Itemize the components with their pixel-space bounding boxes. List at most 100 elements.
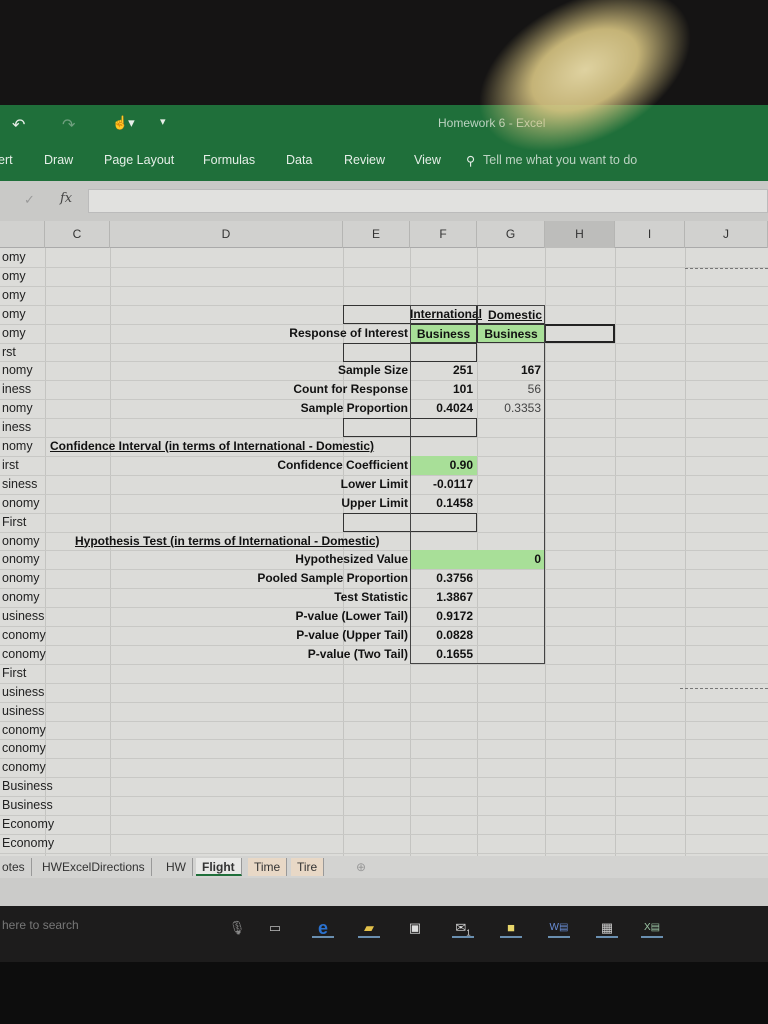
column-header-b[interactable]: [0, 221, 45, 248]
touch-mode-button[interactable]: ☝▾: [112, 115, 135, 131]
cell-b[interactable]: omy: [0, 286, 60, 305]
label-ht-row[interactable]: Hypothesized Value: [110, 550, 408, 569]
tab-formulas[interactable]: Formulas: [203, 153, 255, 167]
tab-page-layout[interactable]: Page Layout: [104, 153, 174, 167]
label-ht-row[interactable]: P-value (Upper Tail): [110, 626, 408, 645]
formula-input[interactable]: [88, 189, 768, 213]
insert-function-icon[interactable]: fx: [60, 191, 72, 206]
cell-b[interactable]: conomy: [0, 739, 60, 758]
cell-b[interactable]: nomy: [0, 361, 60, 380]
value-ci[interactable]: 0.1458: [410, 494, 477, 513]
cell-b[interactable]: First: [0, 513, 60, 532]
worksheet-grid[interactable]: omy omy omy omy omy rst nomy iness nomy iness nomy…: [0, 248, 768, 856]
column-header-g[interactable]: G: [477, 221, 545, 248]
column-header-h[interactable]: H: [545, 221, 615, 248]
label-response-of-interest[interactable]: Response of Interest: [110, 324, 408, 343]
value-ht[interactable]: 0.3756: [410, 569, 477, 588]
tab-review[interactable]: Review: [344, 153, 385, 167]
cell-b[interactable]: conomy: [0, 626, 60, 645]
cell-b[interactable]: omy: [0, 305, 60, 324]
microphone-icon[interactable]: 🎙: [226, 918, 248, 938]
column-header-i[interactable]: I: [615, 221, 685, 248]
ht-heading[interactable]: Hypothesis Test (in terms of Internation…: [75, 532, 410, 551]
header-domestic[interactable]: Domestic: [477, 304, 545, 324]
label-ht-row[interactable]: Pooled Sample Proportion: [110, 569, 408, 588]
cell-b[interactable]: onomy: [0, 569, 60, 588]
cell-b[interactable]: onomy: [0, 550, 60, 569]
label-ht-row[interactable]: P-value (Two Tail): [110, 645, 408, 664]
value-ht[interactable]: 0: [410, 550, 545, 570]
value-ht[interactable]: 0.9172: [410, 607, 477, 626]
cell-b[interactable]: onomy: [0, 588, 60, 607]
redo-button[interactable]: ↷: [62, 115, 75, 135]
cell-b[interactable]: Business: [0, 777, 60, 796]
cell-b[interactable]: omy: [0, 267, 60, 286]
cell-b[interactable]: onomy: [0, 494, 60, 513]
value-ht[interactable]: 1.3867: [410, 588, 477, 607]
sheet-tab-hwexceldirections[interactable]: HWExcelDirections: [36, 858, 152, 876]
enter-check-icon[interactable]: ✓: [24, 192, 35, 208]
column-header-c[interactable]: C: [45, 221, 110, 248]
sheet-tab-time[interactable]: Time: [248, 858, 288, 876]
value-international[interactable]: 251: [410, 361, 477, 380]
task-view-icon[interactable]: ▭: [264, 918, 286, 938]
label-ht-row[interactable]: Test Statistic: [110, 588, 408, 607]
value-domestic[interactable]: 56: [477, 380, 545, 399]
cell-b[interactable]: siness: [0, 475, 60, 494]
input-response-international[interactable]: Business: [410, 323, 477, 343]
ci-heading[interactable]: Confidence Interval (in terms of Interna…: [50, 437, 410, 456]
value-ht[interactable]: 0.1655: [410, 645, 477, 664]
label-sample-row[interactable]: Sample Proportion: [110, 399, 408, 418]
value-international[interactable]: 0.4024: [410, 399, 477, 418]
value-ht[interactable]: 0.0828: [410, 626, 477, 645]
label-sample-row[interactable]: Count for Response: [110, 380, 408, 399]
mail-icon[interactable]: ✉1: [452, 918, 474, 938]
cell-b[interactable]: iness: [0, 418, 60, 437]
value-ci[interactable]: -0.0117: [410, 475, 477, 494]
tab-data[interactable]: Data: [286, 153, 312, 167]
sheet-tab-hw[interactable]: HW: [160, 858, 193, 876]
cell-b[interactable]: Business: [0, 796, 60, 815]
cell-b[interactable]: omy: [0, 324, 60, 343]
sticky-notes-icon[interactable]: ■: [500, 918, 522, 938]
cell-b[interactable]: usiness: [0, 683, 60, 702]
customize-qat-button[interactable]: ▾: [160, 115, 166, 128]
cell-b[interactable]: omy: [0, 248, 60, 267]
taskbar-search[interactable]: here to search: [2, 918, 79, 932]
cell-b[interactable]: nomy: [0, 399, 60, 418]
store-icon[interactable]: ▣: [404, 918, 426, 938]
cell-b[interactable]: Economy: [0, 815, 60, 834]
cell-b[interactable]: irst: [0, 456, 60, 475]
cell-b[interactable]: conomy: [0, 645, 60, 664]
blank-cell[interactable]: [343, 342, 477, 362]
word-icon[interactable]: W▤: [548, 918, 570, 938]
excel-icon[interactable]: X▤: [641, 918, 663, 938]
calculator-icon[interactable]: ▦: [596, 918, 618, 938]
tab-insert[interactable]: ert: [0, 153, 13, 167]
blank-cell[interactable]: [343, 418, 477, 438]
edge-icon[interactable]: e: [312, 918, 334, 938]
tab-draw[interactable]: Draw: [44, 153, 73, 167]
file-explorer-icon[interactable]: ▰: [358, 918, 380, 938]
cell-b[interactable]: usiness: [0, 607, 60, 626]
column-header-j[interactable]: J: [685, 221, 768, 248]
cell-b[interactable]: usiness: [0, 702, 60, 721]
cell-b[interactable]: iness: [0, 380, 60, 399]
header-international[interactable]: International: [410, 305, 482, 324]
blank-cell[interactable]: [343, 512, 477, 532]
add-sheet-button[interactable]: ⊕: [350, 858, 372, 876]
cell-b[interactable]: Economy: [0, 834, 60, 853]
sheet-tab-flight[interactable]: Flight: [196, 858, 242, 876]
label-sample-row[interactable]: Sample Size: [110, 361, 408, 380]
label-ci-row[interactable]: Confidence Coefficient: [110, 456, 408, 475]
input-response-domestic[interactable]: Business: [477, 323, 545, 343]
sheet-tab-tire[interactable]: Tire: [291, 858, 325, 876]
value-ci[interactable]: 0.90: [410, 455, 477, 475]
label-ht-row[interactable]: P-value (Lower Tail): [110, 607, 408, 626]
column-header-f[interactable]: F: [410, 221, 477, 248]
cell-b[interactable]: onomy: [0, 532, 60, 551]
tab-view[interactable]: View: [414, 153, 441, 167]
undo-button[interactable]: ↶: [12, 115, 25, 135]
column-header-d[interactable]: D: [110, 221, 343, 248]
cell-b[interactable]: rst: [0, 343, 60, 362]
